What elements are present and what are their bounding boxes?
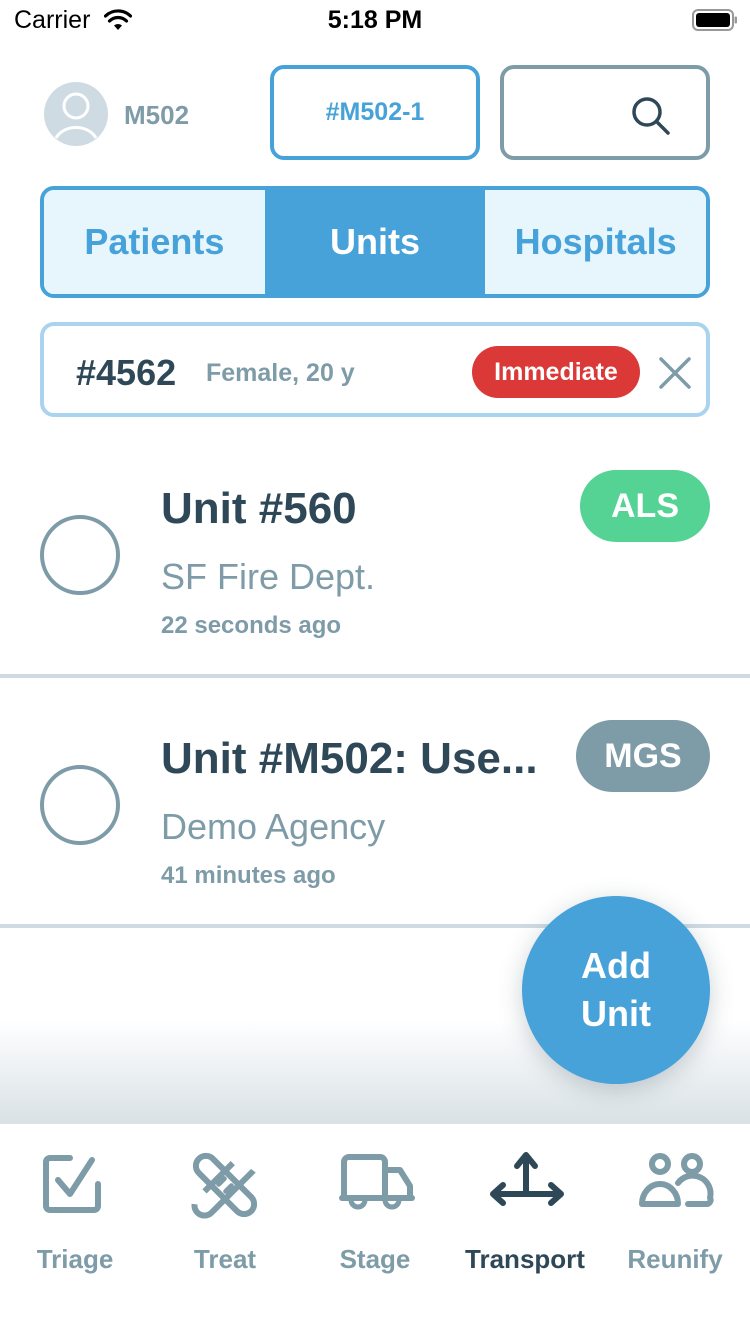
- nav-stage[interactable]: Stage: [300, 1124, 450, 1284]
- username-label: M502: [124, 100, 190, 130]
- unit-updated-time: 22 seconds ago: [161, 612, 342, 639]
- tab-patients[interactable]: Patients: [44, 190, 265, 294]
- clock: 5:18 PM: [327, 6, 423, 34]
- nav-transport[interactable]: Transport: [450, 1124, 600, 1284]
- bandage-icon: [191, 1151, 259, 1219]
- user-avatar-icon[interactable]: [44, 82, 108, 146]
- nav-label: Triage: [36, 1244, 114, 1274]
- unit-list-item[interactable]: Unit #560 SF Fire Dept. 22 seconds ago A…: [0, 458, 750, 678]
- nav-triage[interactable]: Triage: [0, 1124, 150, 1284]
- nav-label: Stage: [339, 1244, 411, 1274]
- truck-icon: [339, 1154, 415, 1210]
- tab-hospitals[interactable]: Hospitals: [485, 190, 706, 294]
- add-unit-label-line2: Unit: [581, 993, 651, 1034]
- search-icon: [632, 97, 670, 135]
- segment-tabs: Patients Units Hospitals: [40, 186, 710, 298]
- selected-patient-card: #4562 Female, 20 y Immediate: [40, 322, 710, 417]
- status-bar: Carrier 5:18 PM: [0, 0, 750, 40]
- unit-updated-time: 41 minutes ago: [161, 862, 336, 889]
- patient-id: #4562: [76, 352, 177, 393]
- battery-icon: [692, 9, 737, 31]
- nav-label: Reunify: [627, 1244, 723, 1274]
- nav-label: Treat: [193, 1244, 257, 1274]
- checkbox-icon: [43, 1155, 101, 1213]
- unit-radio-button[interactable]: [40, 515, 120, 595]
- add-unit-button[interactable]: Add Unit: [522, 896, 710, 1084]
- tab-units[interactable]: Units: [264, 190, 486, 294]
- people-icon: [639, 1153, 714, 1207]
- search-button[interactable]: [500, 65, 710, 160]
- incident-label: #M502-1: [325, 98, 425, 126]
- nav-treat[interactable]: Treat: [150, 1124, 300, 1284]
- patient-description: Female, 20 y: [206, 359, 355, 387]
- unit-agency: Demo Agency: [161, 806, 386, 847]
- unit-type-badge: ALS: [580, 470, 710, 542]
- nav-label: Transport: [465, 1244, 585, 1274]
- add-unit-label-line1: Add: [581, 945, 651, 986]
- bottom-tab-bar: Triage Treat Stage Transport Reunify: [0, 1124, 750, 1334]
- unit-title: Unit #M502: Use...: [161, 734, 538, 783]
- unit-type-badge: MGS: [576, 720, 710, 792]
- close-icon[interactable]: [658, 356, 692, 390]
- unit-list-item[interactable]: Unit #M502: Use... Demo Agency 41 minute…: [0, 708, 750, 928]
- arrows-icon: [490, 1152, 564, 1206]
- incident-button[interactable]: #M502-1: [270, 65, 480, 160]
- unit-agency: SF Fire Dept.: [161, 556, 376, 597]
- unit-title: Unit #560: [161, 484, 357, 533]
- nav-reunify[interactable]: Reunify: [600, 1124, 750, 1284]
- priority-badge: Immediate: [472, 346, 640, 398]
- unit-radio-button[interactable]: [40, 765, 120, 845]
